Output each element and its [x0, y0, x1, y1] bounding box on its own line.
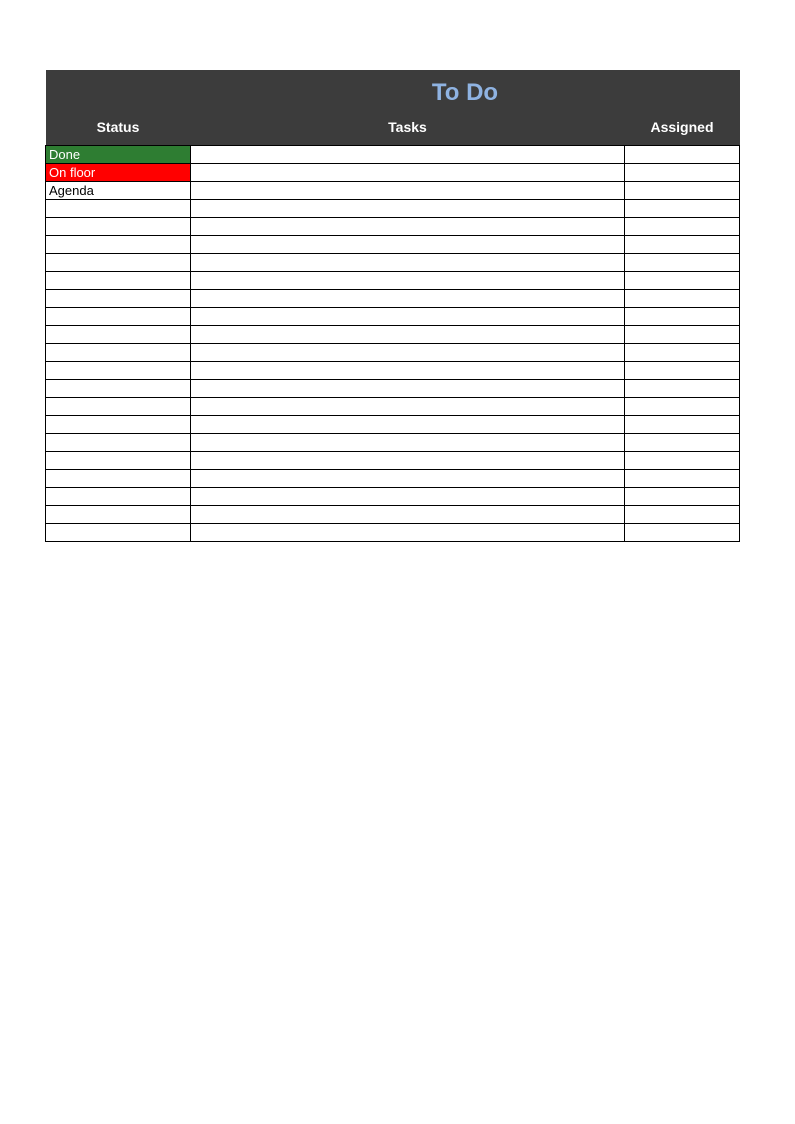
table-row — [46, 290, 740, 308]
cell-status[interactable] — [46, 488, 191, 506]
cell-tasks[interactable] — [191, 506, 625, 524]
cell-tasks[interactable] — [191, 182, 625, 200]
cell-tasks[interactable] — [191, 236, 625, 254]
cell-status[interactable] — [46, 344, 191, 362]
table-row: Agenda — [46, 182, 740, 200]
todo-table: To Do Status Tasks Assigned DoneOn floor… — [45, 70, 740, 542]
cell-tasks[interactable] — [191, 272, 625, 290]
cell-tasks[interactable] — [191, 398, 625, 416]
cell-tasks[interactable] — [191, 308, 625, 326]
table-row — [46, 434, 740, 452]
cell-assigned[interactable] — [624, 416, 739, 434]
cell-status[interactable] — [46, 398, 191, 416]
table-row — [46, 452, 740, 470]
cell-assigned[interactable] — [624, 380, 739, 398]
cell-status[interactable] — [46, 308, 191, 326]
page-title: To Do — [191, 70, 740, 109]
cell-status[interactable] — [46, 434, 191, 452]
cell-assigned[interactable] — [624, 398, 739, 416]
column-header-status[interactable]: Status — [46, 109, 191, 146]
table-row — [46, 416, 740, 434]
cell-status[interactable]: Agenda — [46, 182, 191, 200]
cell-assigned[interactable] — [624, 344, 739, 362]
cell-status[interactable] — [46, 380, 191, 398]
table-row — [46, 218, 740, 236]
table-row — [46, 380, 740, 398]
table-row — [46, 398, 740, 416]
cell-status[interactable] — [46, 452, 191, 470]
cell-tasks[interactable] — [191, 416, 625, 434]
cell-tasks[interactable] — [191, 470, 625, 488]
cell-status[interactable] — [46, 236, 191, 254]
cell-tasks[interactable] — [191, 344, 625, 362]
cell-assigned[interactable] — [624, 326, 739, 344]
column-header-tasks[interactable]: Tasks — [191, 109, 625, 146]
cell-tasks[interactable] — [191, 164, 625, 182]
cell-assigned[interactable] — [624, 290, 739, 308]
cell-tasks[interactable] — [191, 218, 625, 236]
cell-tasks[interactable] — [191, 488, 625, 506]
cell-tasks[interactable] — [191, 146, 625, 164]
table-row — [46, 362, 740, 380]
cell-status[interactable] — [46, 200, 191, 218]
cell-tasks[interactable] — [191, 362, 625, 380]
cell-status[interactable] — [46, 362, 191, 380]
cell-assigned[interactable] — [624, 362, 739, 380]
title-row: To Do — [46, 70, 740, 109]
cell-tasks[interactable] — [191, 524, 625, 542]
cell-assigned[interactable] — [624, 308, 739, 326]
cell-assigned[interactable] — [624, 218, 739, 236]
table-row — [46, 272, 740, 290]
cell-status[interactable] — [46, 290, 191, 308]
table-row — [46, 236, 740, 254]
table-row — [46, 200, 740, 218]
table-row — [46, 506, 740, 524]
table-row — [46, 344, 740, 362]
cell-assigned[interactable] — [624, 236, 739, 254]
cell-status[interactable]: On floor — [46, 164, 191, 182]
table-row — [46, 254, 740, 272]
cell-assigned[interactable] — [624, 182, 739, 200]
cell-status[interactable]: Done — [46, 146, 191, 164]
cell-assigned[interactable] — [624, 524, 739, 542]
table-row — [46, 524, 740, 542]
title-spacer — [46, 70, 191, 109]
table-row — [46, 326, 740, 344]
cell-tasks[interactable] — [191, 290, 625, 308]
spreadsheet-page: To Do Status Tasks Assigned DoneOn floor… — [0, 0, 795, 1124]
table-row: On floor — [46, 164, 740, 182]
cell-assigned[interactable] — [624, 506, 739, 524]
cell-status[interactable] — [46, 524, 191, 542]
cell-status[interactable] — [46, 326, 191, 344]
cell-assigned[interactable] — [624, 164, 739, 182]
column-header-assigned[interactable]: Assigned — [624, 109, 739, 146]
cell-assigned[interactable] — [624, 254, 739, 272]
cell-status[interactable] — [46, 470, 191, 488]
cell-assigned[interactable] — [624, 452, 739, 470]
cell-assigned[interactable] — [624, 434, 739, 452]
cell-tasks[interactable] — [191, 254, 625, 272]
column-header-row: Status Tasks Assigned — [46, 109, 740, 146]
cell-tasks[interactable] — [191, 200, 625, 218]
table-row — [46, 488, 740, 506]
cell-tasks[interactable] — [191, 380, 625, 398]
cell-tasks[interactable] — [191, 434, 625, 452]
cell-status[interactable] — [46, 218, 191, 236]
cell-assigned[interactable] — [624, 146, 739, 164]
table-row — [46, 308, 740, 326]
table-row: Done — [46, 146, 740, 164]
table-row — [46, 470, 740, 488]
cell-status[interactable] — [46, 272, 191, 290]
cell-assigned[interactable] — [624, 488, 739, 506]
cell-status[interactable] — [46, 506, 191, 524]
cell-assigned[interactable] — [624, 200, 739, 218]
cell-tasks[interactable] — [191, 326, 625, 344]
cell-assigned[interactable] — [624, 272, 739, 290]
cell-status[interactable] — [46, 416, 191, 434]
cell-tasks[interactable] — [191, 452, 625, 470]
cell-status[interactable] — [46, 254, 191, 272]
cell-assigned[interactable] — [624, 470, 739, 488]
